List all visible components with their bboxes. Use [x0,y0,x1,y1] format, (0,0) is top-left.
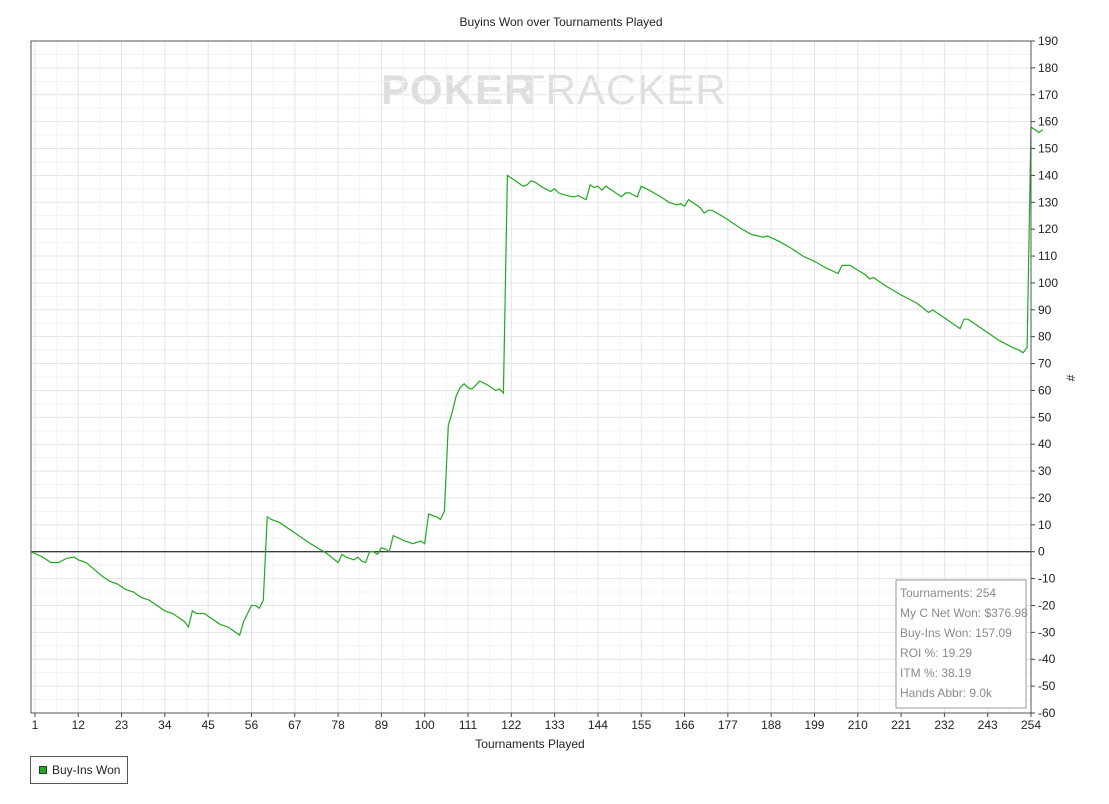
x-tick-label: 166 [675,718,695,732]
stat-net-won: My C Net Won: $376.98 [900,606,1028,620]
legend-swatch-icon [39,766,47,774]
y-tick-label: 190 [1038,34,1058,48]
y-tick-label: -30 [1038,625,1056,639]
x-tick-label: 34 [158,718,172,732]
x-tick-label: 1 [32,718,39,732]
y-tick-label: 40 [1038,437,1052,451]
stat-roi: ROI %: 19.29 [900,646,972,660]
x-tick-label: 12 [72,718,86,732]
x-tick-label: 56 [245,718,259,732]
stat-hands: Hands Abbr: 9.0k [900,686,993,700]
x-tick-label: 100 [415,718,435,732]
x-tick-label: 210 [848,718,868,732]
x-tick-label: 122 [501,718,521,732]
x-tick-label: 155 [631,718,651,732]
x-tick-label: 177 [718,718,738,732]
x-tick-label: 144 [588,718,608,732]
y-tick-label: 100 [1038,276,1058,290]
y-tick-label: 110 [1038,249,1057,263]
y-tick-label: -20 [1038,598,1056,612]
y-tick-label: -10 [1038,572,1056,586]
x-tick-label: 78 [331,718,345,732]
y-tick-label: 180 [1038,61,1058,75]
y-tick-label: 150 [1038,142,1058,156]
legend: Buy-Ins Won [30,756,128,784]
y-tick-label: -50 [1038,679,1056,693]
stat-itm: ITM %: 38.19 [900,666,972,680]
x-tick-label: 45 [201,718,215,732]
buyins-chart: Buyins Won over Tournaments Played POKER… [0,0,1109,804]
pokertracker-logo-watermark: POKER TRACKER [381,66,727,113]
y-tick-label: 80 [1038,330,1052,344]
y-tick-label: 90 [1038,303,1052,317]
logo-poker-text: POKER [381,66,535,113]
stat-buyins-won: Buy-Ins Won: 157.09 [900,626,1012,640]
legend-label: Buy-Ins Won [52,763,121,777]
y-axis-label: # [1064,374,1078,381]
x-tick-label: 254 [1021,718,1041,732]
y-tick-label: 70 [1038,357,1052,371]
logo-tracker-text: TRACKER [519,66,727,113]
y-tick-label: 120 [1038,222,1058,236]
y-tick-label: 30 [1038,464,1052,478]
y-tick-label: 130 [1038,195,1058,209]
y-tick-label: 50 [1038,410,1052,424]
x-tick-label: 199 [804,718,824,732]
x-tick-label: 232 [934,718,954,732]
y-tick-label: 170 [1038,88,1058,102]
y-tick-label: 20 [1038,491,1052,505]
y-tick-label: -60 [1038,706,1056,720]
y-tick-label: 140 [1038,168,1058,182]
y-tick-label: 60 [1038,383,1052,397]
y-tick-label: -40 [1038,652,1056,666]
stats-box: Tournaments: 254 My C Net Won: $376.98 B… [895,579,1028,709]
x-tick-label: 67 [288,718,302,732]
chart-title: Buyins Won over Tournaments Played [460,15,663,29]
x-tick-label: 133 [545,718,565,732]
x-tick-label: 243 [978,718,998,732]
y-tick-label: 10 [1038,518,1052,532]
x-axis-label: Tournaments Played [475,737,584,751]
x-tick-label: 89 [375,718,389,732]
y-tick-label: 0 [1038,545,1045,559]
x-tick-label: 188 [761,718,781,732]
x-tick-label: 111 [459,718,478,732]
x-tick-label: 221 [891,718,911,732]
y-tick-label: 160 [1038,115,1058,129]
x-tick-label: 23 [115,718,129,732]
stat-tournaments: Tournaments: 254 [900,586,996,600]
